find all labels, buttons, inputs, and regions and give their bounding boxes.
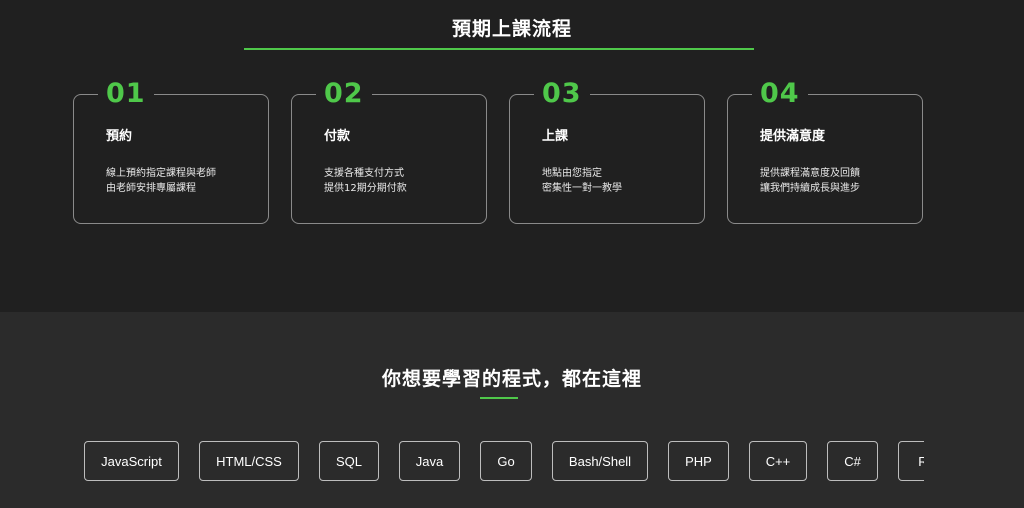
step-description-line: 由老師安排專屬課程 [106,183,196,194]
step-description-line: 線上預約指定課程與老師 [106,168,216,179]
step-description-line: 密集性一對一教學 [542,183,622,194]
language-tag-sql[interactable]: SQL [319,441,379,481]
language-tag-html-css[interactable]: HTML/CSS [199,441,299,481]
languages-title: 你想要學習的程式，都在這裡 [381,368,642,390]
language-tag-cpp[interactable]: C++ [749,441,807,481]
language-tag-list: JavaScript HTML/CSS SQL Java Go Bash/She… [0,430,924,490]
language-tag-php[interactable]: PHP [668,441,729,481]
step-card-4: 04 提供滿意度 提供課程滿意度及回饋 讓我們持續成長與進步 [727,78,923,224]
language-tag-java[interactable]: Java [399,441,460,481]
step-number: 02 [316,78,372,110]
step-title: 提供滿意度 [760,129,826,144]
step-description-line: 提供12期分期付款 [324,183,407,194]
language-tag-csharp[interactable]: C# [827,441,878,481]
step-number: 03 [534,78,590,110]
language-tag-bash-shell[interactable]: Bash/Shell [552,441,648,481]
process-title-underline [244,48,754,50]
language-tag-go[interactable]: Go [480,441,532,481]
step-title: 上課 [542,129,569,144]
language-tag-javascript[interactable]: JavaScript [84,441,179,481]
step-number: 01 [98,78,154,110]
step-title: 付款 [324,129,351,144]
step-description-line: 讓我們持續成長與進步 [760,183,860,194]
step-description-line: 提供課程滿意度及回饋 [760,168,860,179]
languages-title-underline [480,397,518,399]
language-tag-r[interactable]: R [898,441,924,481]
step-description-line: 支援各種支付方式 [324,168,404,179]
step-description-line: 地點由您指定 [542,168,602,179]
step-card-1: 01 預約 線上預約指定課程與老師 由老師安排專屬課程 [73,78,269,224]
process-title: 預期上課流程 [451,18,572,40]
step-card-2: 02 付款 支援各種支付方式 提供12期分期付款 [291,78,487,224]
step-title: 預約 [106,129,133,144]
step-card-3: 03 上課 地點由您指定 密集性一對一教學 [509,78,705,224]
step-number: 04 [752,78,808,110]
